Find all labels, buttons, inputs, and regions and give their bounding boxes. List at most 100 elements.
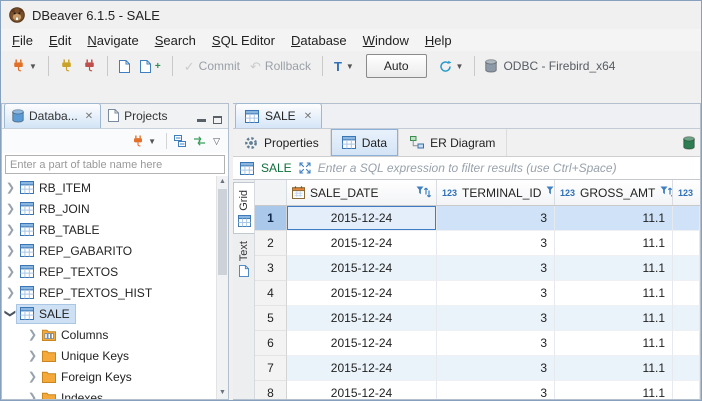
new-connection-button[interactable]: ▼ [7,55,42,77]
sql-filter-input[interactable] [317,157,693,179]
sort-filter-icon[interactable] [416,186,431,199]
grid-cell[interactable]: 3 [437,381,555,399]
tree-scrollbar[interactable]: ▲ ▼ [216,176,228,399]
column-header-gross-amt[interactable]: 123 GROSS_AMT [555,180,673,205]
grid-cell[interactable] [673,381,700,399]
grid-cell[interactable]: 2015-12-24 [287,206,437,231]
row-number[interactable]: 4 [255,281,287,306]
grid-cell[interactable]: 3 [437,256,555,281]
grid-cell[interactable]: 3 [437,356,555,381]
scroll-up-icon[interactable]: ▲ [217,176,228,188]
tree-item-rep-textos[interactable]: ❯ REP_TEXTOS [4,261,216,282]
column-header-partial[interactable]: 123 [673,180,700,205]
presentation-tab-text[interactable]: Text [233,234,254,283]
sort-filter-icon[interactable] [660,186,673,199]
tree-item-rep-textos-hist[interactable]: ❯ REP_TEXTOS_HIST [4,282,216,303]
expand-chevron-icon[interactable]: ❯ [26,391,39,399]
row-number[interactable]: 3 [255,256,287,281]
scrollbar-thumb[interactable] [218,189,227,275]
tree-item-sale[interactable]: ❯ SALE [4,303,216,324]
grid-cell[interactable] [673,206,700,231]
grid-cell[interactable]: 2015-12-24 [287,356,437,381]
tree-item-foreign-keys[interactable]: ❯ Foreign Keys [4,366,216,387]
menu-navigate[interactable]: Navigate [79,31,146,50]
row-number[interactable]: 1 [255,206,287,231]
column-header-terminal-id[interactable]: 123 TERMINAL_ID [437,180,555,205]
auto-commit-button[interactable]: Auto [365,54,427,78]
new-connection-button[interactable]: ▼ [129,133,159,150]
connect-button[interactable] [55,55,78,77]
tab-er-diagram[interactable]: ER Diagram [399,129,508,156]
grid-cell[interactable]: 11.1 [555,281,673,306]
row-number[interactable]: 5 [255,306,287,331]
menu-sql-editor[interactable]: SQL Editor [204,31,283,50]
grid-cell[interactable]: 11.1 [555,256,673,281]
expand-chevron-icon[interactable]: ❯ [4,181,17,194]
commit-button[interactable]: ✓ Commit [179,55,245,77]
grid-cell[interactable]: 3 [437,206,555,231]
maximize-view-icon[interactable] [213,116,222,124]
expand-chevron-icon[interactable]: ❯ [4,223,17,236]
table-filter-input[interactable] [5,155,225,174]
tree-item-rb-join[interactable]: ❯ RB_JOIN [4,198,216,219]
menu-edit[interactable]: Edit [41,31,79,50]
row-number[interactable]: 2 [255,231,287,256]
menu-help[interactable]: Help [417,31,460,50]
tab-projects[interactable]: Projects [101,103,174,128]
expand-chevron-icon[interactable]: ❯ [4,286,17,299]
collapse-all-icon[interactable] [174,135,186,147]
grid-cell[interactable] [673,306,700,331]
transaction-mode-button[interactable]: T ▼ [329,55,359,78]
row-number[interactable]: 7 [255,356,287,381]
grid-cell[interactable] [673,331,700,356]
tree-item-columns[interactable]: ❯ Columns [4,324,216,345]
tree-item-rb-table[interactable]: ❯ RB_TABLE [4,219,216,240]
grid-cell[interactable]: 11.1 [555,331,673,356]
grid-cell[interactable]: 11.1 [555,231,673,256]
view-menu-icon[interactable]: ▽ [213,136,220,147]
grid-cell[interactable]: 11.1 [555,306,673,331]
sql-editor-button[interactable] [114,56,135,77]
row-number[interactable]: 8 [255,381,287,399]
editor-tab-sale[interactable]: SALE ✕ [235,103,323,128]
expand-chevron-icon[interactable]: ❯ [26,328,39,341]
grid-cell[interactable]: 11.1 [555,381,673,399]
scroll-down-icon[interactable]: ▼ [217,387,228,399]
link-with-editor-icon[interactable] [193,136,206,146]
expand-chevron-icon[interactable]: ❯ [26,370,39,383]
grid-cell[interactable] [673,256,700,281]
refresh-button[interactable]: ▼ [434,56,469,77]
collapse-chevron-icon[interactable]: ❯ [4,307,17,320]
grid-cell[interactable]: 11.1 [555,206,673,231]
grid-cell[interactable]: 2015-12-24 [287,231,437,256]
presentation-tab-grid[interactable]: Grid [233,182,254,234]
grid-cell[interactable]: 2015-12-24 [287,331,437,356]
column-header-sale-date[interactable]: SALE_DATE [287,180,437,205]
minimize-view-icon[interactable] [197,118,206,122]
tab-database-navigator[interactable]: Databa... ✕ [4,103,102,128]
expand-chevron-icon[interactable]: ❯ [4,244,17,257]
tab-properties[interactable]: Properties [233,129,331,156]
grid-cell[interactable] [673,281,700,306]
grid-cell[interactable]: 2015-12-24 [287,281,437,306]
expand-chevron-icon[interactable]: ❯ [26,349,39,362]
grid-cell[interactable]: 3 [437,306,555,331]
menu-file[interactable]: File [4,31,41,50]
row-number[interactable]: 6 [255,331,287,356]
connection-selector[interactable]: ODBC - Firebird_x64 [481,57,619,75]
expand-chevron-icon[interactable]: ❯ [4,265,17,278]
active-database-icon[interactable] [683,129,700,156]
tab-data[interactable]: Data [330,129,400,156]
tree-item-indexes[interactable]: ❯ Indexes [4,387,216,399]
grid-cell[interactable]: 3 [437,331,555,356]
grid-corner-cell[interactable] [255,180,287,205]
grid-cell[interactable]: 2015-12-24 [287,256,437,281]
grid-cell[interactable] [673,231,700,256]
rollback-button[interactable]: ↶ Rollback [245,55,316,77]
menu-search[interactable]: Search [147,31,204,50]
close-icon[interactable]: ✕ [85,111,93,122]
grid-cell[interactable]: 2015-12-24 [287,381,437,399]
disconnect-button[interactable] [78,55,101,77]
menu-window[interactable]: Window [355,31,417,50]
close-icon[interactable]: ✕ [304,111,312,122]
